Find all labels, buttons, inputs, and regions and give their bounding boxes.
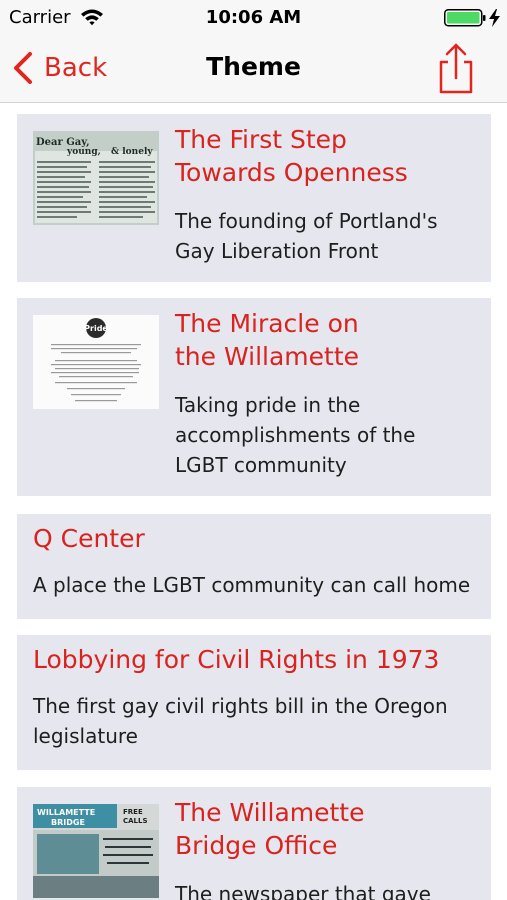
thumbnail-text: CALLS	[123, 817, 148, 825]
story-subtitle: The newspaper that gave	[175, 882, 431, 900]
back-button[interactable]: Back	[12, 50, 107, 86]
thumbnail-text: Pride	[84, 324, 108, 333]
story-title: Lobbying for Civil Rights in 1973	[33, 645, 440, 674]
status-bar: Carrier 10:06 AM	[0, 0, 507, 36]
story-title: The First Step Towards Openness	[175, 125, 408, 187]
story-thumbnail-willamette-bridge: WILLAMETTE BRIDGE FREE CALLS	[33, 804, 159, 898]
thumbnail-text: WILLAMETTE	[37, 808, 95, 817]
story-card-miracle-willamette[interactable]: Pride The Miracle on the Willamette Taki…	[17, 298, 491, 496]
story-thumbnail-pride: Pride	[33, 315, 159, 409]
thumbnail-text: & lonely	[111, 147, 153, 157]
theme-story-list[interactable]: Dear Gay, young, & lonely The First Step…	[0, 103, 507, 900]
story-subtitle: Taking pride in the accomplishments of t…	[175, 393, 416, 477]
story-card-first-step[interactable]: Dear Gay, young, & lonely The First Step…	[17, 114, 491, 282]
back-label: Back	[44, 53, 108, 83]
story-title: The Willamette Bridge Office	[175, 798, 365, 860]
thumbnail-text: FREE	[123, 808, 143, 816]
story-card-lobbying-1973[interactable]: Lobbying for Civil Rights in 1973 The fi…	[17, 635, 491, 770]
thumbnail-text: young,	[66, 147, 101, 157]
navigation-bar: Back Theme	[0, 36, 507, 103]
story-card-q-center[interactable]: Q Center A place the LGBT community can …	[17, 514, 491, 619]
story-title: The Miracle on the Willamette	[175, 309, 360, 371]
story-card-willamette-bridge[interactable]: WILLAMETTE BRIDGE FREE CALLS The Willame…	[17, 787, 491, 900]
chevron-left-icon	[14, 52, 32, 84]
story-subtitle: A place the LGBT community can call home	[33, 573, 471, 597]
status-time: 10:06 AM	[205, 7, 302, 28]
story-thumbnail-first-step: Dear Gay, young, & lonely	[33, 131, 159, 225]
share-icon[interactable]	[437, 42, 475, 96]
story-subtitle: The first gay civil rights bill in the O…	[33, 694, 448, 748]
battery-icon	[444, 9, 500, 27]
thumbnail-text: BRIDGE	[51, 818, 85, 827]
story-title: Q Center	[33, 524, 145, 553]
story-subtitle: The founding of Portland's Gay Liberatio…	[175, 209, 438, 263]
